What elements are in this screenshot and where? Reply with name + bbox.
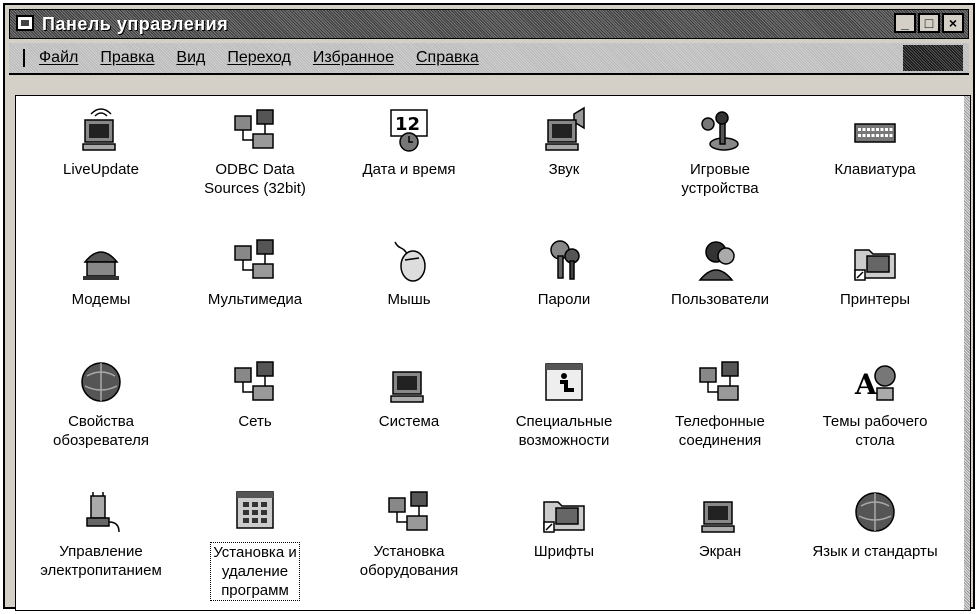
menu-file[interactable]: Файл (39, 49, 78, 67)
control-panel-item[interactable]: Клавиатура (800, 106, 950, 179)
control-panel-item[interactable]: Установка и удаление программ (180, 488, 330, 601)
multimedia-icon (231, 236, 279, 284)
hardware-icon (385, 488, 433, 536)
control-panel-item-label: Мультимедиа (207, 291, 303, 308)
control-panel-item-label: Свойства обозревателя (53, 413, 149, 449)
menu-bar: Файл Правка Вид Переход Избранное Справк… (9, 43, 969, 75)
accessibility-icon (540, 358, 588, 406)
control-panel-item-label: Установка оборудования (359, 543, 459, 579)
control-panel-item-label: Управление электропитанием (40, 543, 162, 579)
control-panel-item-label: Телефонные соединения (675, 413, 765, 449)
control-panel-item-label: Специальные возможности (515, 413, 613, 449)
antenna-computer-icon (77, 106, 125, 154)
control-panel-item-label: Мышь (387, 291, 431, 308)
icon-view: LiveUpdate ODBC Data Sources (32bit) 12 Дат… (15, 95, 971, 611)
control-panel-item-label: Пароли (537, 291, 591, 308)
control-panel-item[interactable]: Управление электропитанием (26, 488, 176, 580)
control-panel-item-label: Установка и удаление программ (210, 542, 300, 601)
control-panel-item[interactable]: ODBC Data Sources (32bit) (180, 106, 330, 198)
control-panel-item[interactable]: Специальные возможности (489, 358, 639, 450)
control-panel-item-label: Язык и стандарты (812, 543, 938, 560)
add-remove-programs-icon (231, 488, 279, 536)
control-panel-item[interactable]: Пароли (489, 236, 639, 309)
computer-icon (385, 358, 433, 406)
maximize-button[interactable]: □ (918, 13, 940, 33)
control-panel-item[interactable]: 12 Дата и время (334, 106, 484, 179)
control-panel-item-label: Принтеры (840, 291, 910, 308)
svg-text:12: 12 (395, 114, 420, 135)
close-button[interactable]: × (942, 13, 964, 33)
telephony-icon (696, 358, 744, 406)
title-bar[interactable]: Панель управления _ □ × (9, 9, 969, 39)
control-panel-item-label: Дата и время (362, 161, 456, 178)
network-icon (231, 358, 279, 406)
control-panel-item[interactable]: Сеть (180, 358, 330, 431)
menu-grip[interactable] (23, 49, 28, 67)
menu-view[interactable]: Вид (176, 49, 205, 67)
menu-help[interactable]: Справка (416, 49, 479, 67)
world-globe-icon (851, 488, 899, 536)
minimize-button[interactable]: _ (894, 13, 916, 33)
power-plug-icon (77, 488, 125, 536)
control-panel-item[interactable]: Шрифты (489, 488, 639, 561)
printer-folder-icon (851, 236, 899, 284)
menu-edit[interactable]: Правка (100, 49, 154, 67)
control-panel-item-label: Клавиатура (834, 161, 916, 178)
control-panel-item[interactable]: Язык и стандарты (800, 488, 950, 561)
menu-go[interactable]: Переход (227, 49, 291, 67)
menu-favorites[interactable]: Избранное (313, 49, 394, 67)
windows-logo-icon (903, 45, 963, 71)
speaker-icon (540, 106, 588, 154)
control-panel-item[interactable]: Установка оборудования (334, 488, 484, 580)
globe-icon (77, 358, 125, 406)
control-panel-item-label: Пользователи (671, 291, 769, 308)
window-title: Панель управления (42, 14, 229, 34)
control-panel-item[interactable]: Экран (645, 488, 795, 561)
modem-phone-icon (77, 236, 125, 284)
control-panel-item[interactable]: Модемы (26, 236, 176, 309)
mouse-icon (385, 236, 433, 284)
scrollbar-edge[interactable] (964, 96, 970, 610)
desktop-themes-icon: A (851, 358, 899, 406)
control-panel-item[interactable]: Мультимедиа (180, 236, 330, 309)
control-panel-item[interactable]: Система (334, 358, 484, 431)
window-controls: _ □ × (894, 13, 964, 33)
control-panel-item[interactable]: Звук (489, 106, 639, 179)
control-panel-item[interactable]: Пользователи (645, 236, 795, 309)
control-panel-item-label: Модемы (71, 291, 131, 308)
database-icon (231, 106, 279, 154)
keys-icon (540, 236, 588, 284)
control-panel-item[interactable]: LiveUpdate (26, 106, 176, 179)
svg-text:A: A (854, 368, 878, 401)
control-panel-window: Панель управления _ □ × Файл Правка Вид … (3, 3, 975, 611)
control-panel-item[interactable]: Свойства обозревателя (26, 358, 176, 450)
control-panel-icon (16, 15, 34, 31)
control-panel-item-label: ODBC Data Sources (32bit) (204, 161, 306, 197)
control-panel-item[interactable]: Игровые устройства (645, 106, 795, 198)
control-panel-item-label: Шрифты (533, 543, 595, 560)
joystick-icon (696, 106, 744, 154)
control-panel-item-label: Экран (698, 543, 742, 560)
control-panel-item-label: Сеть (238, 413, 272, 430)
menu-items: Файл Правка Вид Переход Избранное Справк… (39, 49, 501, 67)
control-panel-item-label: LiveUpdate (63, 161, 139, 178)
control-panel-item-label: Игровые устройства (681, 161, 759, 197)
monitor-icon (696, 488, 744, 536)
control-panel-item-label: Система (378, 413, 440, 430)
control-panel-item-label: Звук (548, 161, 580, 178)
fonts-folder-icon (540, 488, 588, 536)
control-panel-item[interactable]: A Темы рабочего стола (800, 358, 950, 450)
control-panel-item[interactable]: Принтеры (800, 236, 950, 309)
control-panel-item[interactable]: Телефонные соединения (645, 358, 795, 450)
control-panel-item-label: Темы рабочего стола (822, 413, 928, 449)
calendar-clock-icon: 12 (385, 106, 433, 154)
keyboard-icon (851, 106, 899, 154)
control-panel-item[interactable]: Мышь (334, 236, 484, 309)
users-icon (696, 236, 744, 284)
